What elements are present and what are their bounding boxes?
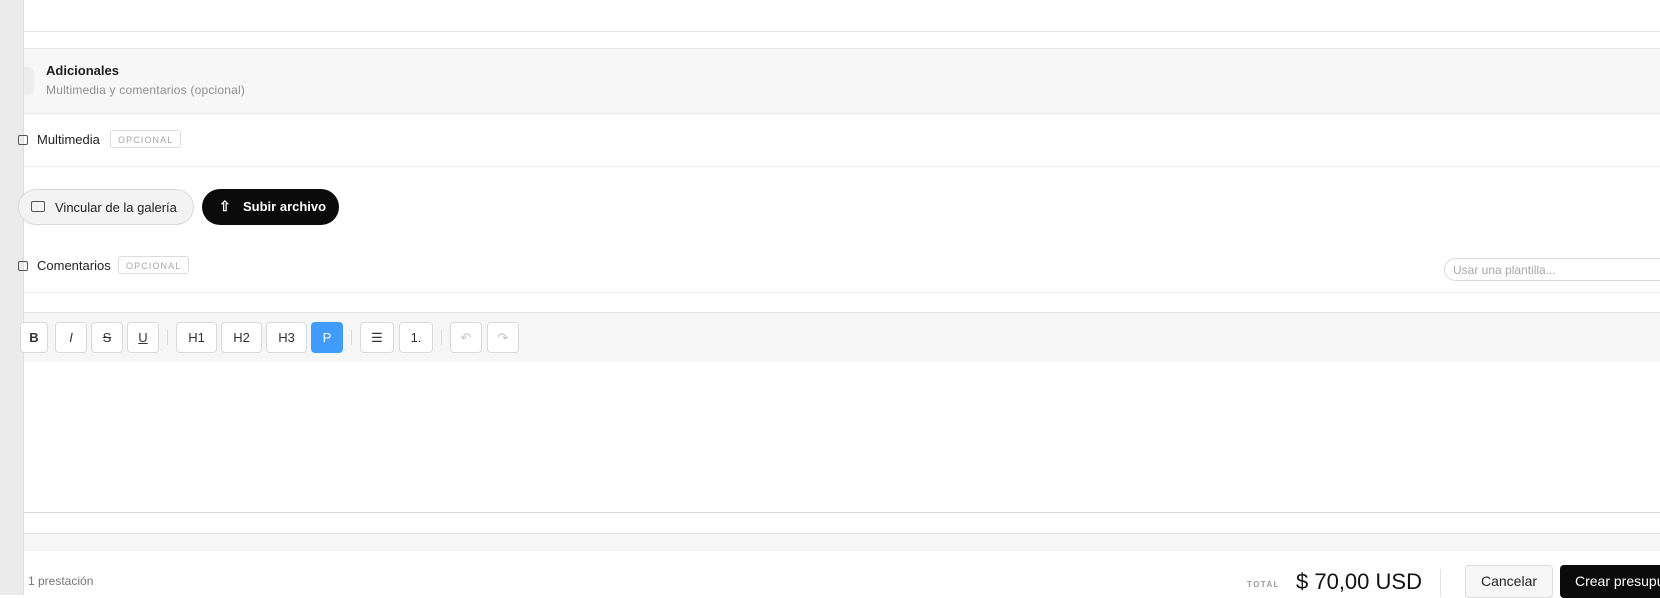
ordered-list-button[interactable]: 1.: [399, 322, 433, 353]
toolbar-divider: [441, 330, 442, 345]
redo-button[interactable]: ↷: [487, 322, 519, 353]
heading3-button[interactable]: H3: [266, 322, 307, 353]
multimedia-row: Multimedia OPCIONAL: [18, 114, 1660, 167]
optional-badge: OPCIONAL: [110, 130, 182, 148]
strikethrough-button[interactable]: S: [91, 322, 123, 353]
comments-label: Comentarios: [37, 258, 111, 273]
section-title: Adicionales: [46, 63, 119, 78]
bold-button[interactable]: B: [20, 322, 48, 353]
previous-section-card: [24, 0, 1660, 32]
italic-button[interactable]: I: [55, 322, 87, 353]
footer-bar: 1 prestación TOTAL $ 70,00 USD Cancelar …: [24, 551, 1660, 598]
items-count: 1 prestación: [28, 574, 94, 588]
section-subtitle: Multimedia y comentarios (opcional): [46, 83, 246, 97]
total-amount: $ 70,00 USD: [1296, 569, 1422, 594]
toolbar-divider: [167, 330, 168, 345]
bullet-list-button[interactable]: ☰: [360, 322, 394, 353]
upload-file-button[interactable]: ⇧ Subir archivo: [202, 189, 339, 225]
section-divider-band: [24, 533, 1660, 552]
editor-toolbar: B I S U H1 H2 H3 P ☰ 1. ↶ ↷: [20, 312, 1660, 363]
comments-row: Comentarios OPCIONAL: [18, 240, 1660, 293]
upload-file-label: Subir archivo: [243, 199, 327, 214]
image-icon: [31, 201, 45, 212]
section-icon: [24, 67, 34, 95]
create-quote-button[interactable]: Crear presupuesto: [1560, 565, 1660, 598]
optional-badge: OPCIONAL: [118, 256, 190, 274]
paragraph-button[interactable]: P: [311, 322, 343, 353]
undo-button[interactable]: ↶: [450, 322, 482, 353]
toolbar-divider: [351, 330, 352, 345]
heading1-button[interactable]: H1: [176, 322, 217, 353]
additionals-section-header: Adicionales Multimedia y comentarios (op…: [24, 48, 1660, 114]
link-gallery-button[interactable]: Vincular de la galería: [18, 189, 194, 225]
multimedia-label: Multimedia: [37, 132, 100, 147]
upload-icon: ⇧: [219, 198, 231, 214]
comments-editor-area[interactable]: [24, 362, 1660, 513]
cancel-button[interactable]: Cancelar: [1465, 565, 1553, 598]
underline-button[interactable]: U: [127, 322, 159, 353]
side-panel-edge: [0, 0, 24, 595]
total-label: TOTAL: [1247, 580, 1280, 589]
comment-icon: [18, 261, 28, 271]
footer-divider: [1440, 569, 1441, 597]
heading2-button[interactable]: H2: [221, 322, 262, 353]
multimedia-icon: [18, 135, 28, 145]
link-gallery-label: Vincular de la galería: [55, 200, 177, 215]
template-select-input[interactable]: [1444, 258, 1660, 281]
